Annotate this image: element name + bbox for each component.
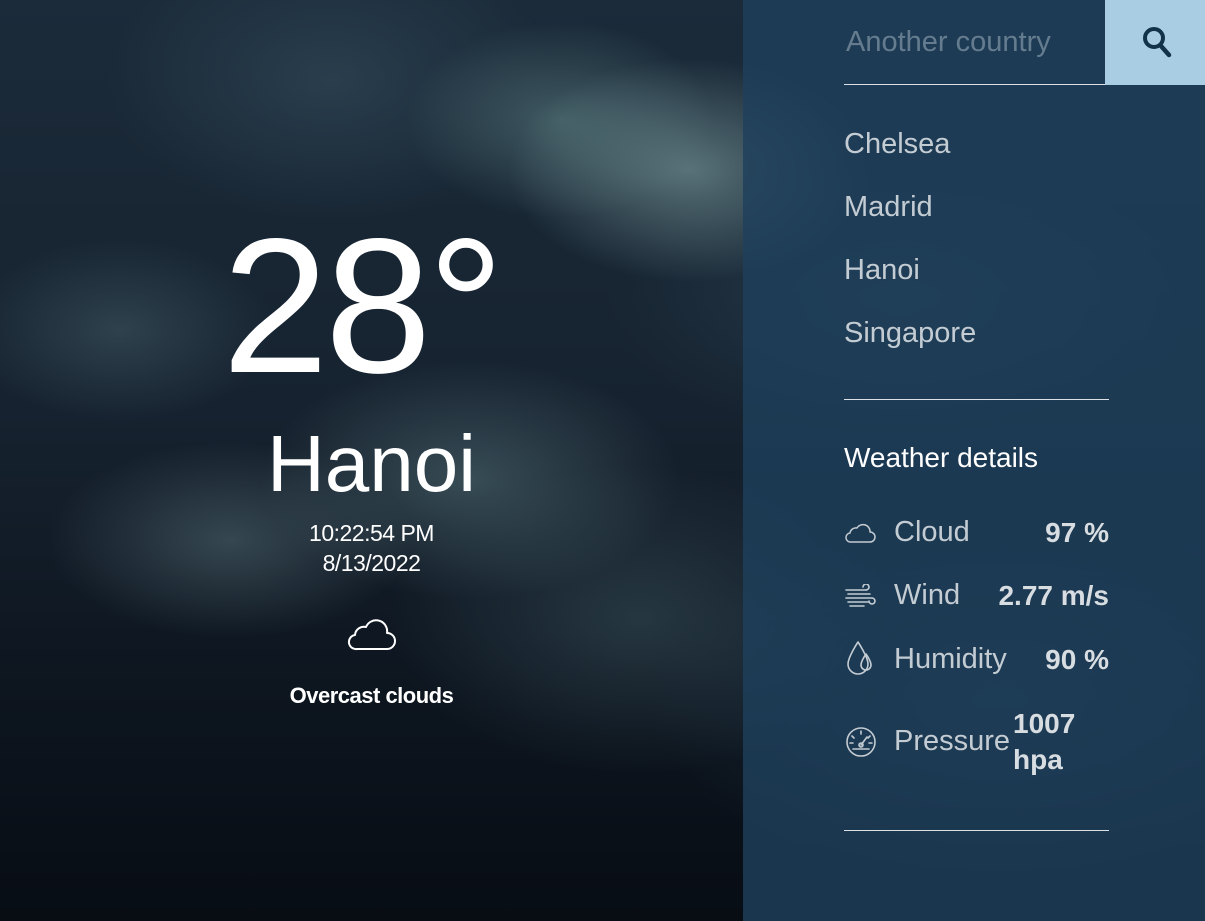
detail-value: 2.77 m/s (998, 580, 1109, 611)
humidity-icon (847, 641, 872, 675)
cloud-icon (347, 619, 396, 651)
detail-value-pressure: 1007 hpa (1013, 708, 1076, 775)
current-weather: 28° Hanoi 10:22:54 PM 8/13/2022 Overcast… (0, 0, 743, 921)
divider (844, 399, 1109, 400)
current-date: 8/13/2022 (322, 550, 421, 576)
detail-label: Wind (894, 579, 961, 611)
pressure-gauge-icon (846, 727, 876, 757)
divider (844, 830, 1109, 831)
search-icon (1143, 27, 1172, 58)
city-item-singapore[interactable]: Singapore (844, 309, 976, 372)
cloud-icon (845, 523, 876, 543)
condition-text: Overcast clouds (289, 683, 454, 708)
city-item-hanoi[interactable]: Hanoi (844, 246, 976, 309)
side-panel: Chelsea Madrid Hanoi Singapore Weather d… (743, 0, 1205, 921)
search-button[interactable] (1105, 0, 1205, 85)
city-item-chelsea[interactable]: Chelsea (844, 120, 976, 183)
city-item-madrid[interactable]: Madrid (844, 183, 976, 246)
detail-label: Pressure (894, 725, 1011, 757)
recent-cities-list: Chelsea Madrid Hanoi Singapore (844, 120, 976, 372)
weather-app: 28° Hanoi 10:22:54 PM 8/13/2022 Overcast… (0, 0, 1205, 921)
wind-icon (845, 584, 876, 607)
detail-label: Cloud (894, 516, 970, 548)
city-name: Hanoi (266, 419, 477, 508)
detail-label: Humidity (894, 643, 1007, 675)
detail-value: 90 % (1045, 644, 1109, 675)
current-time: 10:22:54 PM (309, 520, 434, 546)
detail-value: 97 % (1045, 517, 1109, 548)
weather-details-title: Weather details (844, 442, 1039, 473)
temperature: 28° (222, 198, 504, 413)
search-input[interactable] (844, 0, 1106, 85)
